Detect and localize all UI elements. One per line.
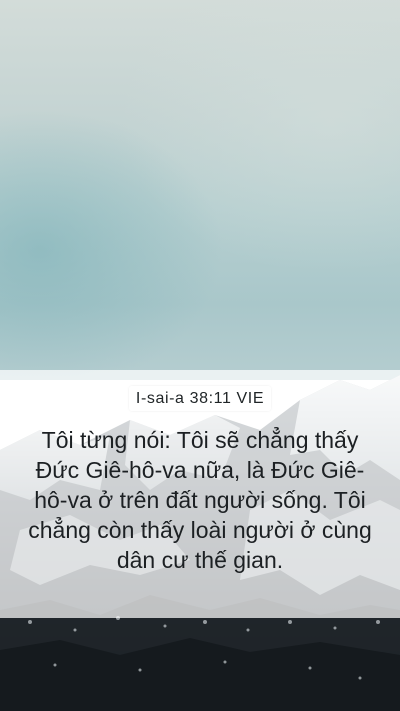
- verse-reference: I-sai-a 38:11 VIE: [128, 386, 272, 411]
- sky-backdrop: [0, 0, 400, 380]
- verse-card: I-sai-a 38:11 VIE Tôi từng nói: Tôi sẽ c…: [0, 370, 400, 618]
- verse-text: Tôi từng nói: Tôi sẽ chẳng thấy Đức Giê-…: [28, 427, 372, 573]
